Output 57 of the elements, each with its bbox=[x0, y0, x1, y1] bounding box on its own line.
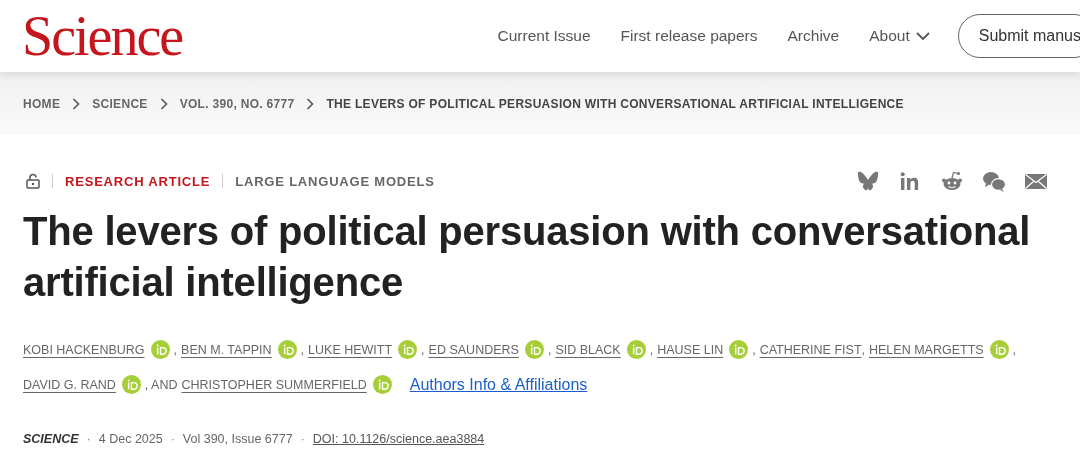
chevron-right-icon bbox=[159, 97, 168, 110]
author-name[interactable]: SID BLACK bbox=[555, 342, 621, 357]
nav-link[interactable]: Current Issue bbox=[497, 27, 591, 45]
about-menu[interactable]: About bbox=[869, 27, 930, 45]
author-name[interactable]: HAUSE LIN bbox=[657, 342, 724, 357]
doi-link[interactable]: DOI: 10.1126/science.aea3884 bbox=[312, 432, 485, 446]
separator-text: , bbox=[421, 342, 425, 357]
separator-text: , bbox=[1012, 342, 1017, 357]
separator-text: , bbox=[649, 342, 654, 357]
authors-info-link[interactable]: Authors Info & Affiliations bbox=[409, 375, 588, 394]
orcid-icon[interactable] bbox=[524, 340, 544, 359]
author-name[interactable]: CHRISTOPHER SUMMERFIELD bbox=[181, 377, 367, 392]
orcid-icon[interactable] bbox=[626, 340, 646, 359]
author-name[interactable]: HELEN MARGETTS bbox=[869, 342, 984, 357]
author-name[interactable]: ED SAUNDERS bbox=[428, 342, 519, 357]
breadcrumb-link[interactable]: HOME bbox=[23, 96, 61, 111]
article-type-label[interactable]: RESEARCH ARTICLE bbox=[65, 173, 211, 189]
article-title: The levers of political persuasion with conversational artificial intelligence bbox=[23, 208, 1032, 306]
orcid-icon[interactable] bbox=[729, 340, 749, 359]
orcid-icon[interactable] bbox=[989, 340, 1009, 359]
topic-label[interactable]: LARGE LANGUAGE MODELS bbox=[235, 173, 435, 189]
author-name[interactable]: CATHERINE FIST bbox=[759, 342, 862, 357]
breadcrumb-link[interactable]: SCIENCE bbox=[92, 96, 148, 111]
bullet-separator: · bbox=[170, 432, 175, 446]
orcid-icon[interactable] bbox=[150, 340, 170, 359]
bullet-separator: · bbox=[86, 432, 91, 446]
separator-text: , bbox=[861, 342, 865, 357]
separator-text: , bbox=[300, 342, 305, 357]
butterfly-icon[interactable] bbox=[856, 170, 880, 192]
nav-link[interactable]: First release papers bbox=[620, 27, 758, 45]
breadcrumb-link[interactable]: VOL. 390, NO. 6777 bbox=[179, 96, 295, 111]
journal-name: SCIENCE bbox=[23, 432, 79, 446]
separator-text: , bbox=[752, 342, 756, 357]
separator-text: , AND bbox=[144, 377, 178, 392]
chevron-right-icon bbox=[72, 97, 81, 110]
science-logo[interactable]: Science bbox=[22, 8, 183, 64]
author-name[interactable]: DAVID G. RAND bbox=[23, 377, 116, 392]
nav-link[interactable]: Archive bbox=[787, 27, 840, 45]
separator-text: , bbox=[173, 342, 178, 357]
reddit-icon[interactable] bbox=[940, 170, 964, 192]
breadcrumb-current: THE LEVERS OF POLITICAL PERSUASION WITH CONVERSATIONAL ARTIFICIAL INTELLIGENCE bbox=[326, 96, 904, 111]
publication-date: 4 Dec 2025 bbox=[98, 432, 163, 446]
chat-bubbles-icon[interactable] bbox=[982, 170, 1006, 192]
volume-issue: Vol 390, Issue 6777 bbox=[182, 432, 293, 446]
author-name[interactable]: KOBI HACKENBURG bbox=[23, 342, 145, 357]
bullet-separator: · bbox=[300, 432, 305, 446]
orcid-icon[interactable] bbox=[277, 340, 297, 359]
chevron-right-icon bbox=[306, 97, 315, 110]
separator-text: , bbox=[547, 342, 552, 357]
lock-icon bbox=[26, 173, 40, 189]
author-name[interactable]: LUKE HEWITT bbox=[308, 342, 393, 357]
orcid-icon[interactable] bbox=[372, 375, 392, 394]
chevron-down-icon bbox=[915, 31, 930, 41]
orcid-icon[interactable] bbox=[398, 340, 418, 359]
submit-manuscript-button[interactable]: Submit manus bbox=[957, 14, 1080, 58]
orcid-icon[interactable] bbox=[121, 375, 141, 394]
author-name[interactable]: BEN M. TAPPIN bbox=[181, 342, 272, 357]
